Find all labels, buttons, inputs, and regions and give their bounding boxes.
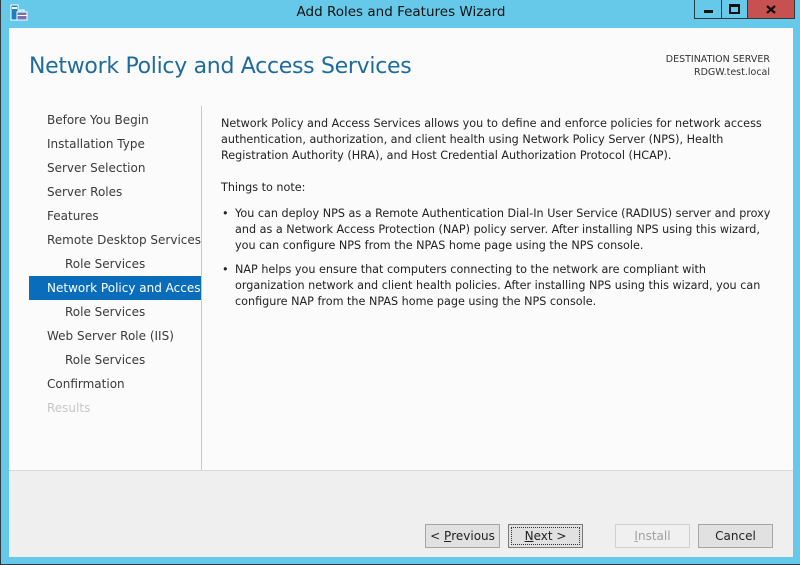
destination-server-label: DESTINATION SERVER (665, 54, 770, 65)
wizard-window: Add Roles and Features Wizard Network Po… (0, 0, 800, 565)
title-bar[interactable]: Add Roles and Features Wizard (1, 0, 800, 27)
nav-item-rds-role-services[interactable]: Role Services (29, 252, 201, 276)
wizard-steps-nav: Before You Begin Installation Type Serve… (29, 108, 201, 420)
minimize-button[interactable] (694, 0, 722, 19)
next-label: ext > (533, 529, 567, 543)
cancel-button[interactable]: Cancel (698, 524, 773, 548)
nav-item-confirmation[interactable]: Confirmation (29, 372, 201, 396)
nav-item-features[interactable]: Features (29, 204, 201, 228)
maximize-icon (729, 4, 740, 14)
nav-item-results: Results (47, 401, 91, 415)
nav-item-server-roles[interactable]: Server Roles (29, 180, 201, 204)
destination-server-info: DESTINATION SERVER RDGW.test.local (666, 53, 770, 79)
close-button[interactable] (747, 0, 795, 19)
wizard-client-area: Network Policy and Access Services DESTI… (9, 28, 793, 557)
notes-list: • You can deploy NPS as a Remote Authent… (221, 206, 773, 310)
minimize-icon (703, 10, 713, 13)
nav-item-npas-role-services[interactable]: Role Services (29, 300, 201, 324)
previous-label: revious (451, 529, 495, 543)
note-text: NAP helps you ensure that computers conn… (235, 263, 761, 308)
wizard-footer: < Previous Next > Install Cancel (9, 470, 793, 557)
intro-text: Network Policy and Access Services allow… (221, 117, 762, 162)
previous-accel: P (443, 529, 452, 543)
nav-item-before-you-begin[interactable]: Before You Begin (29, 108, 201, 132)
nav-item-server-selection[interactable]: Server Selection (29, 156, 201, 180)
note-item: • NAP helps you ensure that computers co… (221, 262, 773, 310)
install-label: nstall (637, 529, 671, 543)
bullet-icon: • (222, 207, 229, 220)
page-title: Network Policy and Access Services (29, 54, 412, 79)
previous-prefix: < (430, 529, 444, 543)
note-text: You can deploy NPS as a Remote Authentic… (235, 207, 771, 252)
nav-item-remote-desktop-services[interactable]: Remote Desktop Services (29, 228, 201, 252)
page-content: Network Policy and Access Services allow… (221, 116, 773, 318)
maximize-button[interactable] (721, 0, 748, 19)
next-button[interactable]: Next > (508, 524, 583, 548)
nav-item-installation-type[interactable]: Installation Type (29, 132, 201, 156)
install-button: Install (615, 524, 690, 548)
nav-item-web-server-role[interactable]: Web Server Role (IIS) (29, 324, 201, 348)
note-item: • You can deploy NPS as a Remote Authent… (221, 206, 773, 254)
destination-server-name: RDGW.test.local (694, 67, 770, 78)
window-title: Add Roles and Features Wizard (296, 4, 506, 20)
close-icon (766, 4, 776, 14)
nav-item-iis-role-services[interactable]: Role Services (29, 348, 201, 372)
nav-item-network-policy[interactable]: Network Policy and Acces... (29, 276, 201, 300)
bullet-icon: • (222, 263, 229, 276)
previous-button[interactable]: < Previous (425, 524, 500, 548)
notes-title: Things to note: (221, 181, 306, 194)
nav-divider (201, 106, 202, 492)
next-accel: N (524, 529, 534, 543)
